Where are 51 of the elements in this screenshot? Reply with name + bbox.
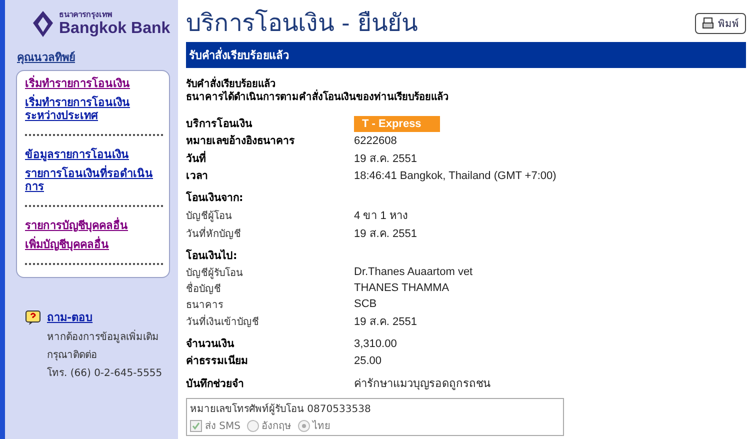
field-value: 3,310.00: [354, 338, 397, 350]
section-heading: โอนเงินไป:: [186, 248, 238, 264]
field-value: 25.00: [354, 354, 382, 366]
help-text: หากต้องการข้อมูลเพิ่มเติม: [47, 332, 178, 344]
field-label: ธนาคาร: [186, 298, 224, 312]
field-label: ชื่อบัญชี: [186, 280, 222, 296]
field-value: 4 ขา 1 หาง: [354, 209, 408, 224]
question-icon: [25, 310, 41, 324]
logo-text: Bangkok Bank: [59, 20, 170, 38]
field-label: จำนวนเงิน: [186, 337, 236, 352]
faq-link[interactable]: ถาม-ตอบ: [47, 308, 93, 326]
field-value: THANES THAMMA: [354, 282, 450, 294]
field-value: 19 ส.ค. 2551: [354, 152, 417, 167]
field-label: วันที่เงินเข้าบัญชี: [186, 314, 260, 328]
field-value: 18:46:41 Bangkok, Thailand (GMT +7:00): [354, 170, 556, 182]
field-label: บัญชีผู้รับโอน: [186, 266, 244, 280]
menu-link[interactable]: ข้อมูลรายการโอนเงิน: [25, 148, 163, 161]
field-label: ค่าธรรมเนียม: [186, 354, 249, 369]
field-label: บันทึกช่วยจำ: [186, 376, 245, 392]
help-text: โทร. (66) 0-2-645-5555: [47, 368, 164, 380]
user-name: คุณนวลทิพย์: [17, 50, 76, 66]
field-label: หมายเลขอ้างอิงธนาคาร: [186, 134, 296, 149]
field-value: Dr.Thanes Auaartom vet: [354, 266, 473, 278]
page-title: บริการโอนเงิน - ยืนยัน: [186, 8, 418, 38]
status-banner: รับคำสั่งเรียบร้อยแล้ว: [186, 42, 746, 68]
recipient-phone: หมายเลขโทรศัพท์ผู้รับโอน 0870533538: [190, 402, 372, 416]
print-button[interactable]: พิมพ์: [695, 12, 746, 34]
section-heading: โอนเงินจาก:: [186, 190, 244, 206]
field-value: 6222608: [354, 134, 397, 146]
confirmation-message: รับคำสั่งเรียบร้อยแล้ว: [186, 78, 746, 91]
field-value: SCB: [354, 298, 377, 310]
field-value: ค่ารักษาแมวบุญรอดถูกรถชน: [354, 377, 491, 392]
field-value: 19 ส.ค. 2551: [354, 227, 417, 242]
field-label: เวลา: [186, 169, 209, 184]
field-label: วันที่: [186, 150, 207, 166]
menu-link[interactable]: รายการโอนเงินที่รอดำเนินการ: [25, 167, 163, 193]
help-text: กรุณาติดต่อ: [47, 350, 98, 362]
field-label: บริการโอนเงิน: [186, 116, 254, 132]
printer-icon: [702, 17, 714, 29]
menu-link[interactable]: เริ่มทำรายการโอนเงินระหว่างประเทศ: [25, 96, 163, 122]
confirmation-message: ธนาคารได้ดำเนินการตามคำสั่งโอนเงินของท่านเรียบร้อยแล้ว: [186, 91, 746, 104]
menu-link[interactable]: เริ่มทำรายการโอนเงิน: [25, 77, 163, 90]
field-label: บัญชีผู้โอน: [186, 209, 233, 222]
service-badge: T - Express: [354, 116, 440, 132]
menu-link[interactable]: รายการบัญชีบุคคลอื่น: [25, 219, 163, 232]
menu-link[interactable]: เพิ่มบัญชีบุคคลอื่น: [25, 238, 163, 251]
check-icon: [192, 422, 200, 430]
logo-thai-text: ธนาคารกรุงเทพ: [59, 10, 113, 20]
field-value: 19 ส.ค. 2551: [354, 315, 417, 330]
bank-logo-icon: [31, 10, 55, 38]
field-label: วันที่หักบัญชี: [186, 226, 242, 240]
